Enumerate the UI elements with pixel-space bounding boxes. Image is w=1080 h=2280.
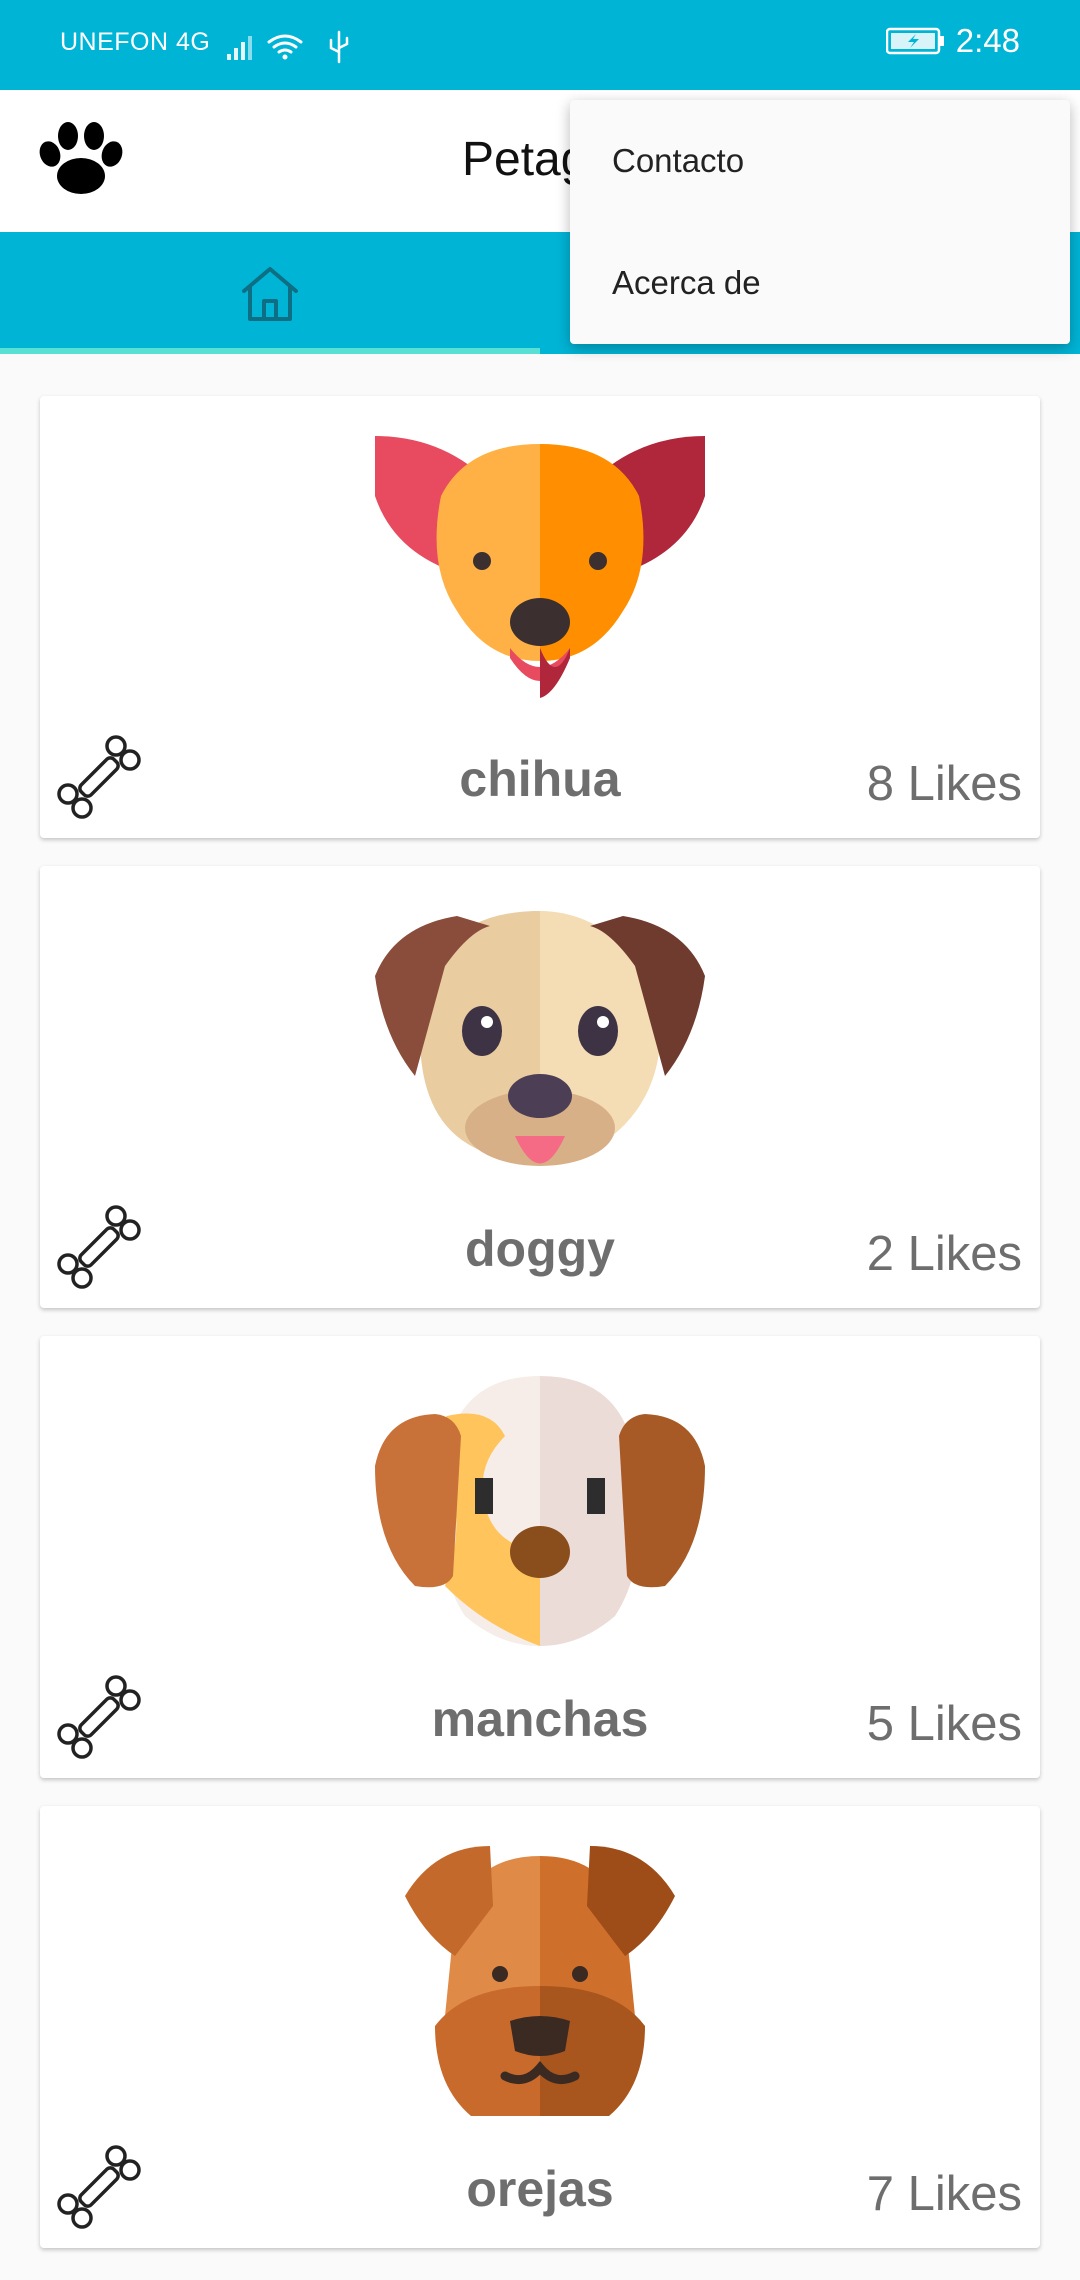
pet-likes: 5 Likes (866, 1697, 1022, 1751)
pet-likes: 8 Likes (866, 757, 1022, 811)
overflow-menu: Contacto Acerca de (570, 100, 1070, 344)
pet-name: manchas (431, 1691, 649, 1747)
bone-like-button[interactable] (54, 732, 144, 822)
bone-like-button[interactable] (54, 1202, 144, 1292)
clock: 2:48 (955, 22, 1020, 59)
pet-likes: 7 Likes (866, 2167, 1022, 2221)
bone-like-button[interactable] (54, 2142, 144, 2232)
pet-card: doggy 2 Likes (40, 866, 1040, 1308)
signal-wifi-usb-icons (227, 30, 349, 64)
pet-card: orejas 7 Likes (40, 1806, 1040, 2248)
pet-card: chihua 8 Likes (40, 396, 1040, 838)
terrier-face-icon (405, 1846, 675, 2116)
pet-card: manchas 5 Likes (40, 1336, 1040, 1778)
status-bar: UNEFON 4G 2:48 (0, 0, 1080, 90)
pet-name: chihua (459, 751, 621, 807)
puppy-face-icon (375, 911, 705, 1166)
pet-name: orejas (466, 2161, 614, 2217)
battery-charging-icon (885, 27, 944, 55)
paw-icon[interactable] (36, 120, 126, 200)
pet-list[interactable]: chihua 8 Likes doggy 2 Likes manchas 5 L… (40, 396, 1040, 2276)
bone-like-button[interactable] (54, 1672, 144, 1762)
tab-indicator (0, 348, 540, 354)
home-icon (242, 267, 298, 321)
menu-item-contacto[interactable]: Contacto (570, 100, 1070, 222)
carrier-label: UNEFON 4G (60, 28, 211, 56)
pet-likes: 2 Likes (866, 1227, 1022, 1281)
spotted-dog-face-icon (375, 1376, 705, 1646)
chihuahua-face-icon (375, 436, 705, 698)
menu-item-acerca-de[interactable]: Acerca de (570, 222, 1070, 344)
tab-home[interactable] (0, 232, 540, 354)
pet-name: doggy (465, 1221, 615, 1277)
